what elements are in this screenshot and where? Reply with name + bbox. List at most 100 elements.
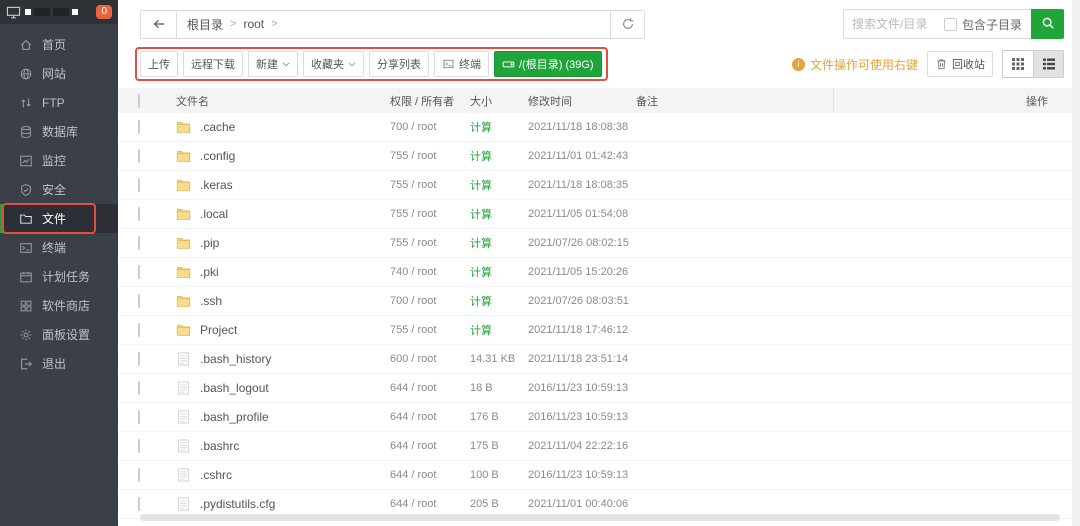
table-row[interactable]: .bash_profile644 / root176 B2016/11/23 1… [118, 403, 1072, 432]
column-header-note[interactable]: 备注 [636, 93, 833, 109]
file-name-link[interactable]: .local [200, 207, 228, 221]
row-checkbox[interactable] [138, 468, 140, 482]
calculate-size-link[interactable]: 计算 [470, 293, 528, 309]
sidebar-item-security[interactable]: 安全 [0, 175, 118, 204]
search-box: 包含子目录 [843, 9, 1031, 39]
sidebar-item-label: 数据库 [42, 123, 78, 140]
file-name-link[interactable]: .bashrc [200, 439, 239, 453]
message-count-badge[interactable]: 0 [96, 5, 112, 19]
new-button[interactable]: 新建 [248, 51, 298, 77]
row-checkbox[interactable] [138, 149, 140, 163]
sidebar-item-files[interactable]: 文件 [0, 204, 118, 233]
calculate-size-link[interactable]: 计算 [470, 119, 528, 135]
table-row[interactable]: .bashrc644 / root175 B2021/11/04 22:22:1… [118, 432, 1072, 461]
table-row[interactable]: .cache700 / root计算2021/11/18 18:08:38 [118, 113, 1072, 142]
folder-icon [176, 178, 191, 192]
modified-time-value: 2021/07/26 08:03:51 [528, 295, 636, 307]
column-header-size[interactable]: 大小 [470, 93, 528, 109]
permission-owner-value: 600 / root [390, 353, 470, 365]
calculate-size-link[interactable]: 计算 [470, 322, 528, 338]
sidebar-item-panel-settings[interactable]: 面板设置 [0, 320, 118, 349]
sidebar-item-app-store[interactable]: 软件商店 [0, 291, 118, 320]
file-name-link[interactable]: .keras [200, 178, 233, 192]
row-checkbox[interactable] [138, 120, 140, 134]
modified-time-value: 2021/11/05 15:20:26 [528, 266, 636, 278]
sidebar-item-home[interactable]: 首页 [0, 30, 118, 59]
file-name-link[interactable]: .bash_profile [200, 410, 269, 424]
file-name-link[interactable]: .bash_history [200, 352, 271, 366]
row-checkbox[interactable] [138, 410, 140, 424]
sidebar-item-cron[interactable]: 计划任务 [0, 262, 118, 291]
table-row[interactable]: .bash_logout644 / root18 B2016/11/23 10:… [118, 374, 1072, 403]
row-checkbox[interactable] [138, 207, 140, 221]
table-row[interactable]: .cshrc644 / root100 B2016/11/23 10:59:13 [118, 461, 1072, 490]
row-checkbox[interactable] [138, 439, 140, 453]
include-subdirectory-toggle[interactable]: 包含子目录 [944, 16, 1031, 33]
breadcrumb-segment[interactable]: root [243, 17, 264, 31]
calculate-size-link[interactable]: 计算 [470, 206, 528, 222]
permission-owner-value: 740 / root [390, 266, 470, 278]
calculate-size-link[interactable]: 计算 [470, 235, 528, 251]
file-name-link[interactable]: .pip [200, 236, 219, 250]
table-row[interactable]: .config755 / root计算2021/11/01 01:42:43 [118, 142, 1072, 171]
file-name-link[interactable]: Project [200, 323, 237, 337]
row-checkbox[interactable] [138, 352, 140, 366]
button-label: 远程下载 [191, 56, 235, 72]
sidebar-item-logout[interactable]: 退出 [0, 349, 118, 378]
row-checkbox[interactable] [138, 236, 140, 250]
remote-download-button[interactable]: 远程下载 [183, 51, 243, 77]
page-scrollbar-track[interactable] [1072, 0, 1080, 526]
table-row[interactable]: .bash_history600 / root14.31 KB2021/11/1… [118, 345, 1072, 374]
breadcrumb-segment[interactable]: 根目录 [187, 16, 223, 33]
sidebar-item-monitor[interactable]: 监控 [0, 146, 118, 175]
file-name-link[interactable]: .cshrc [200, 468, 232, 482]
row-checkbox[interactable] [138, 265, 140, 279]
select-all-checkbox[interactable] [138, 94, 140, 108]
globe-icon [19, 67, 33, 81]
row-checkbox[interactable] [138, 323, 140, 337]
table-row[interactable]: .keras755 / root计算2021/11/18 18:08:35 [118, 171, 1072, 200]
file-name-link[interactable]: .bash_logout [200, 381, 269, 395]
row-checkbox[interactable] [138, 178, 140, 192]
include-subdirectory-checkbox[interactable] [944, 18, 957, 31]
row-checkbox[interactable] [138, 381, 140, 395]
table-row[interactable]: .ssh700 / root计算2021/07/26 08:03:51 [118, 287, 1072, 316]
calculate-size-link[interactable]: 计算 [470, 148, 528, 164]
sidebar-item-terminal[interactable]: 终端 [0, 233, 118, 262]
recycle-bin-button[interactable]: 回收站 [927, 51, 993, 77]
column-header-mtime[interactable]: 修改时间 [528, 93, 636, 109]
table-row[interactable]: .pki 740 / root计算2021/11/05 15:20:26 [118, 258, 1072, 287]
search-input[interactable] [844, 17, 944, 31]
file-name-link[interactable]: .ssh [200, 294, 222, 308]
modified-time-value: 2016/11/23 10:59:13 [528, 411, 636, 423]
back-button[interactable] [141, 11, 177, 38]
upload-button[interactable]: 上传 [140, 51, 178, 77]
sidebar-item-ftp[interactable]: FTP [0, 88, 118, 117]
modified-time-value: 2021/11/18 23:51:14 [528, 353, 636, 365]
file-name-link[interactable]: .pki [200, 265, 219, 279]
table-row[interactable]: .local755 / root计算2021/11/05 01:54:08 [118, 200, 1072, 229]
column-header-permission[interactable]: 权限 / 所有者 [390, 93, 470, 109]
grid-view-button[interactable] [1003, 51, 1033, 77]
search-button[interactable] [1031, 9, 1064, 39]
row-checkbox[interactable] [138, 294, 140, 308]
terminal-button[interactable]: 终端 [434, 51, 489, 77]
file-name-link[interactable]: .pydistutils.cfg [200, 497, 275, 511]
table-row[interactable]: Project755 / root计算2021/11/18 17:46:12 [118, 316, 1072, 345]
calculate-size-link[interactable]: 计算 [470, 177, 528, 193]
row-checkbox[interactable] [138, 497, 140, 511]
root-directory-disk-button[interactable]: /(根目录) (39G) [494, 51, 602, 77]
favorites-button[interactable]: 收藏夹 [303, 51, 364, 77]
sidebar-item-website[interactable]: 网站 [0, 59, 118, 88]
horizontal-scrollbar[interactable] [140, 514, 1060, 521]
refresh-button[interactable] [610, 11, 644, 38]
file-name-link[interactable]: .cache [200, 120, 235, 134]
column-header-name[interactable]: 文件名 [176, 93, 390, 109]
breadcrumb-separator: > [271, 18, 277, 30]
sidebar-item-database[interactable]: 数据库 [0, 117, 118, 146]
share-list-button[interactable]: 分享列表 [369, 51, 429, 77]
file-name-link[interactable]: .config [200, 149, 235, 163]
table-row[interactable]: .pip755 / root计算2021/07/26 08:02:15 [118, 229, 1072, 258]
calculate-size-link[interactable]: 计算 [470, 264, 528, 280]
list-view-button[interactable] [1033, 51, 1063, 77]
